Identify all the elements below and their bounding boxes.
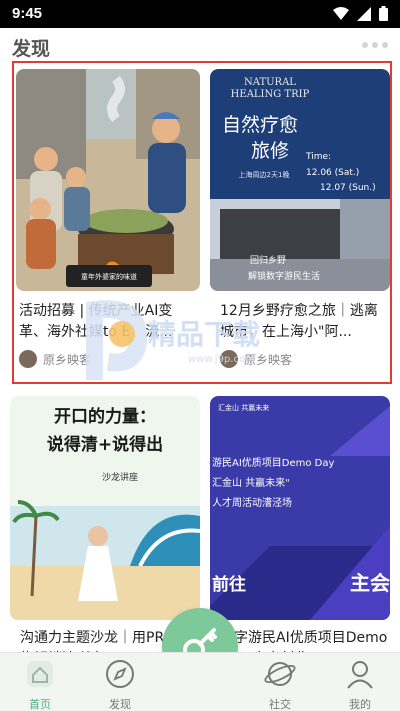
compass-icon: [106, 660, 134, 688]
author-name: 原乡映客: [43, 352, 92, 367]
battery-icon: [379, 6, 388, 21]
image-caption: 童年外婆家的味道: [81, 272, 137, 281]
bottom-nav: 首页 发现 社交 我的: [0, 652, 400, 711]
page-title: 发现: [12, 38, 51, 60]
nav-social-label: 社交: [269, 698, 291, 711]
card-title: 数字游民AI优质项目Demo Day 大丰创业...: [220, 630, 388, 652]
demo-day-poster: 汇金山 共赢未来 游民AI优质项目Demo Day 汇金山 共赢未来" 人才周活…: [210, 396, 390, 620]
poster-footer-2: 解锁数字游民生活: [248, 270, 320, 282]
more-icon[interactable]: [362, 42, 388, 48]
nav-home-label: 首页: [29, 698, 51, 711]
watermark: 精品下载 www.j9p.com: [85, 300, 346, 390]
poster-date-1: 12.06 (Sat.): [306, 168, 359, 178]
poster-line-1: 游民AI优质项目Demo Day: [212, 456, 335, 469]
poster-line-3: 人才周活动漕泾场: [212, 496, 292, 509]
nav-home[interactable]: 首页: [10, 657, 70, 711]
poster-cn-title-2: 旅修: [251, 140, 289, 162]
user-icon: [347, 661, 373, 689]
wifi-icon: [333, 6, 349, 20]
poster-line-2: 汇金山 共赢未来": [212, 476, 290, 489]
status-icons: [333, 6, 388, 21]
poster-footer-1: 回归乡野: [250, 254, 286, 266]
poster-bottom-left: 前往: [212, 574, 246, 595]
card-image: 汇金山 共赢未来 游民AI优质项目Demo Day 汇金山 共赢未来" 人才周活…: [210, 396, 390, 620]
poster-en-title-1: NATURAL: [244, 77, 296, 88]
nav-social[interactable]: 社交: [250, 657, 310, 711]
avatar: [19, 350, 37, 368]
healing-trip-poster: NATURAL HEALING TRIP 自然疗愈 旅修 上海周边2天1晚 Ti…: [210, 69, 390, 291]
beach-salon-poster: 开口的力量： 说得清+说得出 沙龙讲座: [10, 396, 200, 620]
poster-date-2: 12.07 (Sun.): [320, 183, 376, 193]
watermark-logo: 精品下载 www.j9p.com: [85, 300, 260, 380]
planet-icon: [264, 662, 296, 686]
card-image: 开口的力量： 说得清+说得出 沙龙讲座: [10, 396, 200, 620]
nav-profile-label: 我的: [349, 698, 371, 711]
poster-cn-title-1: 自然疗愈: [222, 114, 298, 136]
nav-discover[interactable]: 发现: [90, 657, 150, 711]
nav-profile[interactable]: 我的: [330, 657, 390, 711]
status-time: 9:45: [12, 5, 43, 22]
poster-top: 汇金山 共赢未来: [218, 403, 269, 412]
poster-time-label: Time:: [305, 152, 331, 162]
village-cooking-illustration: 童年外婆家的味道: [16, 69, 200, 291]
card-author: 原乡映客: [19, 350, 91, 368]
poster-en-title-2: HEALING TRIP: [231, 89, 310, 100]
poster-sub: 沙龙讲座: [102, 471, 138, 483]
status-bar: 9:45: [0, 0, 400, 28]
watermark-url: www.j9p.com: [188, 354, 255, 365]
card-image: 童年外婆家的味道: [16, 69, 200, 291]
poster-headline-2: 说得清+说得出: [47, 434, 163, 455]
poster-subtitle: 上海周边2天1晚: [239, 170, 290, 179]
nav-discover-label: 发现: [109, 698, 131, 711]
poster-bottom-right: 主会: [350, 571, 390, 595]
card-image: NATURAL HEALING TRIP 自然疗愈 旅修 上海周边2天1晚 Ti…: [210, 69, 390, 291]
poster-headline-1: 开口的力量：: [54, 406, 156, 427]
watermark-text: 精品下载: [148, 318, 260, 351]
signal-icon: [357, 6, 371, 21]
home-icon: [27, 661, 53, 687]
